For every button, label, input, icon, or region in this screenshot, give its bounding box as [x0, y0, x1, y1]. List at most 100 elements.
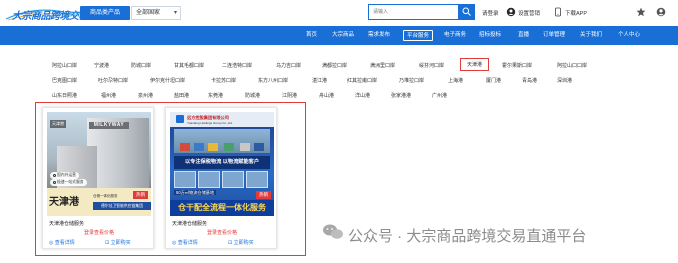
- region-select-value: 全部国家: [136, 10, 161, 16]
- image-feature-pill: 国内外运营: [50, 172, 79, 179]
- site-logo[interactable]: 大宗商品跨境交易 直通平台: [4, 4, 89, 22]
- image-banner: 以专注保税物流 以物流赋能客户: [174, 156, 270, 169]
- product-card[interactable]: MILKYWAY 天津港 国内外运营 极速一站式服务 天津港 仓储一体化服务 德…: [42, 107, 154, 249]
- product-image[interactable]: 远方控股集团有限公司 Yuanfang Holdings Group Co.,L…: [170, 112, 274, 216]
- download-app-link[interactable]: 下载APP: [565, 9, 587, 17]
- settings-link[interactable]: 设置营销: [518, 9, 540, 17]
- view-details-button[interactable]: ◎ 查看详情: [172, 239, 198, 246]
- watermark-text: 公众号 · 大宗商品跨境交易直通平台: [348, 228, 587, 245]
- search-icon: [462, 7, 471, 16]
- port-link[interactable]: 深圳港: [557, 77, 572, 84]
- main-nav: 首页 大宗商品 需求发布 平台服务 电子商务 招标投标 直播 订单管理 关于我们…: [0, 26, 678, 45]
- product-price[interactable]: 登录查看价格: [43, 229, 155, 236]
- image-corner-label: 天津港: [50, 120, 66, 128]
- port-link[interactable]: 湛江港: [312, 77, 327, 84]
- view-details-label: 查看详情: [177, 240, 198, 246]
- port-link[interactable]: 防城口岸: [131, 62, 151, 69]
- port-link[interactable]: 满都拉口岸: [322, 62, 347, 69]
- login-link[interactable]: 请登录: [482, 9, 499, 17]
- eye-icon: ◎: [172, 240, 177, 246]
- port-link[interactable]: 东莞港: [208, 92, 223, 99]
- image-stat-line: 50万㎡物流仓储基地: [174, 190, 217, 195]
- image-tile-row: [174, 171, 270, 188]
- nav-item-ecommerce[interactable]: 电子商务: [444, 26, 466, 45]
- warehouse-photo: [174, 129, 270, 153]
- chevron-down-icon: ▾: [173, 10, 177, 16]
- user-circle-icon[interactable]: [656, 7, 666, 17]
- port-link[interactable]: 卡拉苏口岸: [211, 77, 236, 84]
- buy-now-button[interactable]: ⊡ 立即购买: [105, 239, 131, 246]
- hot-badge: 热销: [256, 191, 271, 199]
- port-link[interactable]: 厦门港: [486, 77, 501, 84]
- nav-item-live[interactable]: 直播: [518, 26, 529, 45]
- product-image[interactable]: MILKYWAY 天津港 国内外运营 极速一站式服务 天津港 仓储一体化服务 德…: [47, 112, 151, 216]
- phone-icon: [555, 7, 561, 17]
- port-link[interactable]: 宁波港: [94, 62, 109, 69]
- logo-sub: 直通平台: [62, 12, 83, 18]
- port-link[interactable]: 洋山港: [355, 92, 370, 99]
- user-icon: [506, 7, 516, 17]
- port-link[interactable]: 东方八州口岸: [258, 77, 288, 84]
- port-link[interactable]: 福州港: [101, 92, 116, 99]
- search-box: [368, 4, 475, 20]
- nav-item-commodities[interactable]: 大宗商品: [332, 26, 354, 45]
- port-link[interactable]: 山东日照港: [52, 92, 77, 99]
- port-link[interactable]: 舟山港: [319, 92, 334, 99]
- port-link-active[interactable]: 天津港: [460, 58, 490, 71]
- port-link[interactable]: 甘其毛都口岸: [174, 62, 204, 69]
- search-input[interactable]: [369, 5, 457, 19]
- buy-now-label: 立即购买: [110, 240, 131, 246]
- search-button[interactable]: [458, 4, 475, 20]
- image-subline: 仓储一体化服务: [93, 194, 118, 198]
- nav-item-bidding[interactable]: 招标投标: [479, 26, 501, 45]
- region-select[interactable]: 全部国家 ▾: [131, 6, 181, 20]
- cart-icon: ⊡: [228, 240, 233, 246]
- port-link[interactable]: 伊尔克什坦口岸: [150, 77, 185, 84]
- port-link[interactable]: 吐尔尕特口岸: [98, 77, 128, 84]
- nav-item-demand[interactable]: 需求发布: [368, 26, 390, 45]
- port-link[interactable]: 巴克图口岸: [52, 77, 77, 84]
- port-link[interactable]: 乌力吉口岸: [276, 62, 301, 69]
- port-link[interactable]: 青岛港: [522, 77, 537, 84]
- port-link[interactable]: 红其拉甫口岸: [347, 77, 377, 84]
- nav-item-platform-services[interactable]: 平台服务: [403, 30, 434, 41]
- cart-icon: ⊡: [105, 240, 110, 246]
- top-bar: 大宗商品跨境交易 直通平台 商品类产品 全部国家 ▾ 请登录 设置营销 下载AP…: [0, 0, 678, 26]
- port-link[interactable]: 防城港: [245, 92, 260, 99]
- port-link[interactable]: 霍尔果斯口岸: [502, 62, 532, 69]
- port-link[interactable]: 上海港: [448, 77, 463, 84]
- image-ribbon: 德尔佳卫智能供应链集团: [93, 202, 151, 210]
- port-link[interactable]: 盐田港: [174, 92, 189, 99]
- port-link[interactable]: 二连浩特口岸: [222, 62, 252, 69]
- nav-item-account[interactable]: 个人中心: [618, 26, 640, 45]
- image-feature-pill: 极速一站式服务: [50, 179, 87, 186]
- building-sign: MILKYWAY: [89, 122, 129, 129]
- buy-now-label: 立即购买: [233, 240, 254, 246]
- port-link[interactable]: 阿拉山口岸: [52, 62, 77, 69]
- view-details-button[interactable]: ◎ 查看详情: [49, 239, 75, 246]
- port-link[interactable]: 泉州港: [138, 92, 153, 99]
- port-link[interactable]: 张家港港: [391, 92, 411, 99]
- image-footer-slogan: 仓干配全流程一体化服务: [170, 200, 274, 216]
- port-link[interactable]: 江阴港: [282, 92, 297, 99]
- hot-badge: 热销: [133, 191, 148, 199]
- eye-icon: ◎: [49, 240, 54, 246]
- category-button[interactable]: 商品类产品: [80, 6, 130, 20]
- image-company-name-en: Yuanfang Holdings Group Co.,Ltd.: [187, 121, 233, 125]
- product-title[interactable]: 天津港仓储服务: [172, 220, 207, 227]
- product-price[interactable]: 登录查看价格: [166, 229, 278, 236]
- nav-item-orders[interactable]: 订单管理: [543, 26, 565, 45]
- port-link[interactable]: 乃堆拉口岸: [399, 77, 424, 84]
- star-icon[interactable]: [636, 7, 646, 17]
- company-logo-icon: [176, 115, 184, 123]
- product-title[interactable]: 天津港仓储服务: [49, 220, 84, 227]
- port-link[interactable]: 广州港: [432, 92, 447, 99]
- port-link[interactable]: 满洲里口岸: [370, 62, 395, 69]
- nav-item-about[interactable]: 关于我们: [580, 26, 602, 45]
- buy-now-button[interactable]: ⊡ 立即购买: [228, 239, 254, 246]
- port-link[interactable]: 阿拉山口口岸: [557, 62, 587, 69]
- view-details-label: 查看详情: [54, 240, 75, 246]
- nav-item-home[interactable]: 首页: [306, 26, 317, 45]
- port-link[interactable]: 绥芬河口岸: [419, 62, 444, 69]
- product-card[interactable]: 远方控股集团有限公司 Yuanfang Holdings Group Co.,L…: [165, 107, 277, 249]
